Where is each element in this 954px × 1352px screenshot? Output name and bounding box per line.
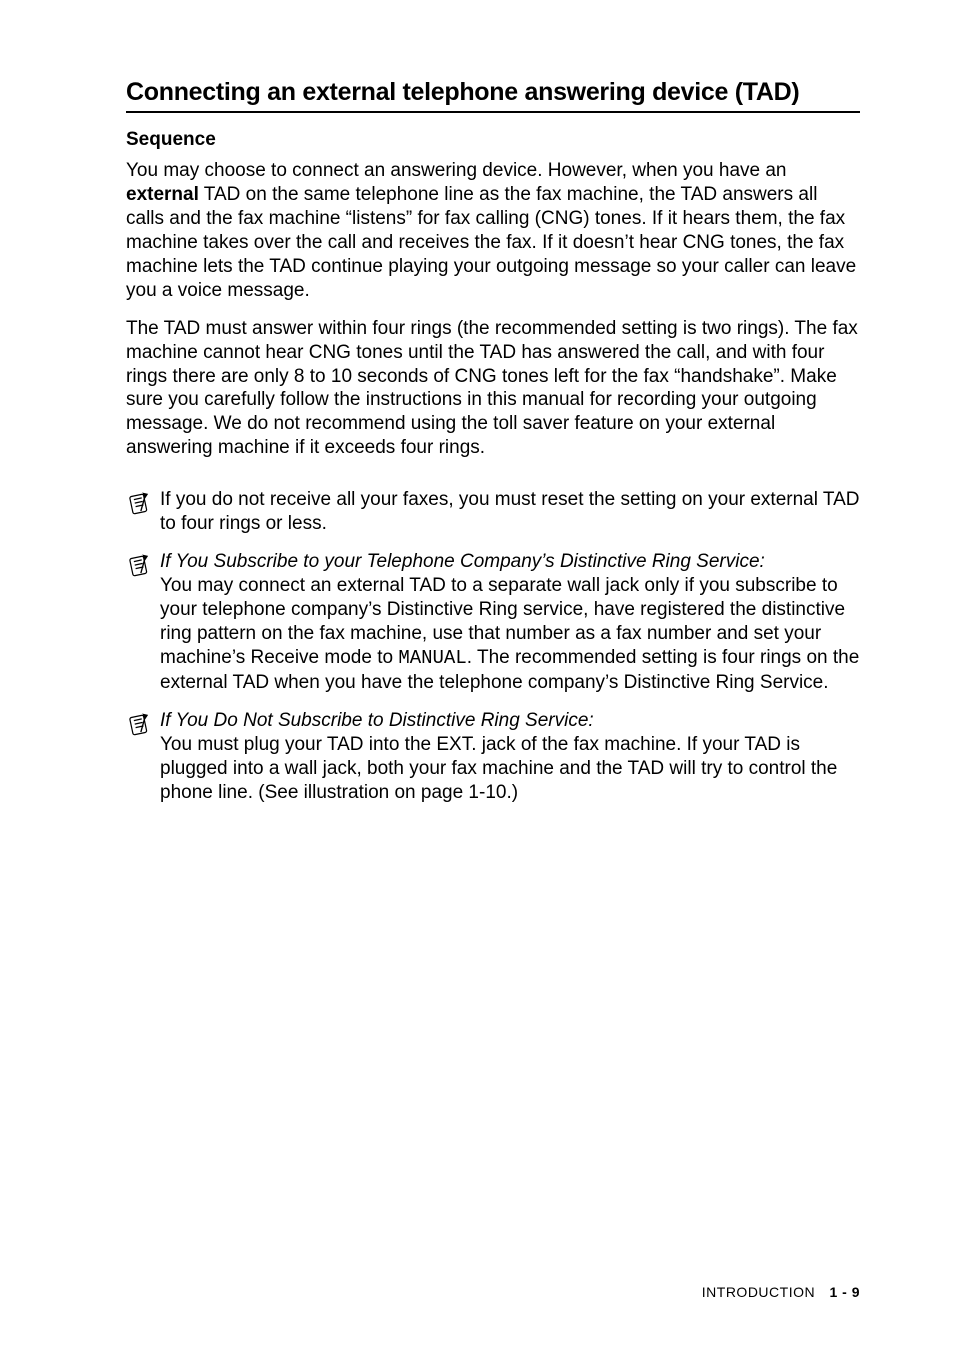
note-icon — [126, 711, 154, 739]
page-footer: INTRODUCTION 1 - 9 — [702, 1284, 860, 1300]
note-1: If you do not receive all your faxes, yo… — [126, 488, 860, 536]
para1-text-a: You may choose to connect an answering d… — [126, 160, 787, 181]
paragraph-2: The TAD must answer within four rings (t… — [126, 317, 860, 461]
note-3-text: You must plug your TAD into the EXT. jac… — [160, 734, 837, 803]
footer-page-number: 1 - 9 — [829, 1284, 860, 1300]
footer-label: INTRODUCTION — [702, 1284, 815, 1300]
note-1-body: If you do not receive all your faxes, yo… — [160, 488, 860, 536]
note-2-mono: MANUAL — [398, 647, 466, 669]
heading-rule — [126, 111, 860, 113]
note-2-body: If You Subscribe to your Telephone Compa… — [160, 550, 860, 695]
note-3-title: If You Do Not Subscribe to Distinctive R… — [160, 710, 594, 731]
note-2-title: If You Subscribe to your Telephone Compa… — [160, 551, 765, 572]
paragraph-1: You may choose to connect an answering d… — [126, 159, 860, 303]
para1-bold: external — [126, 184, 199, 205]
para1-text-b: TAD on the same telephone line as the fa… — [126, 184, 856, 301]
note-2: If You Subscribe to your Telephone Compa… — [126, 550, 860, 695]
page-heading: Connecting an external telephone answeri… — [126, 78, 860, 107]
note-icon — [126, 552, 154, 580]
note-3: If You Do Not Subscribe to Distinctive R… — [126, 709, 860, 805]
note-3-body: If You Do Not Subscribe to Distinctive R… — [160, 709, 860, 805]
section-subheading: Sequence — [126, 129, 860, 151]
note-icon — [126, 490, 154, 518]
